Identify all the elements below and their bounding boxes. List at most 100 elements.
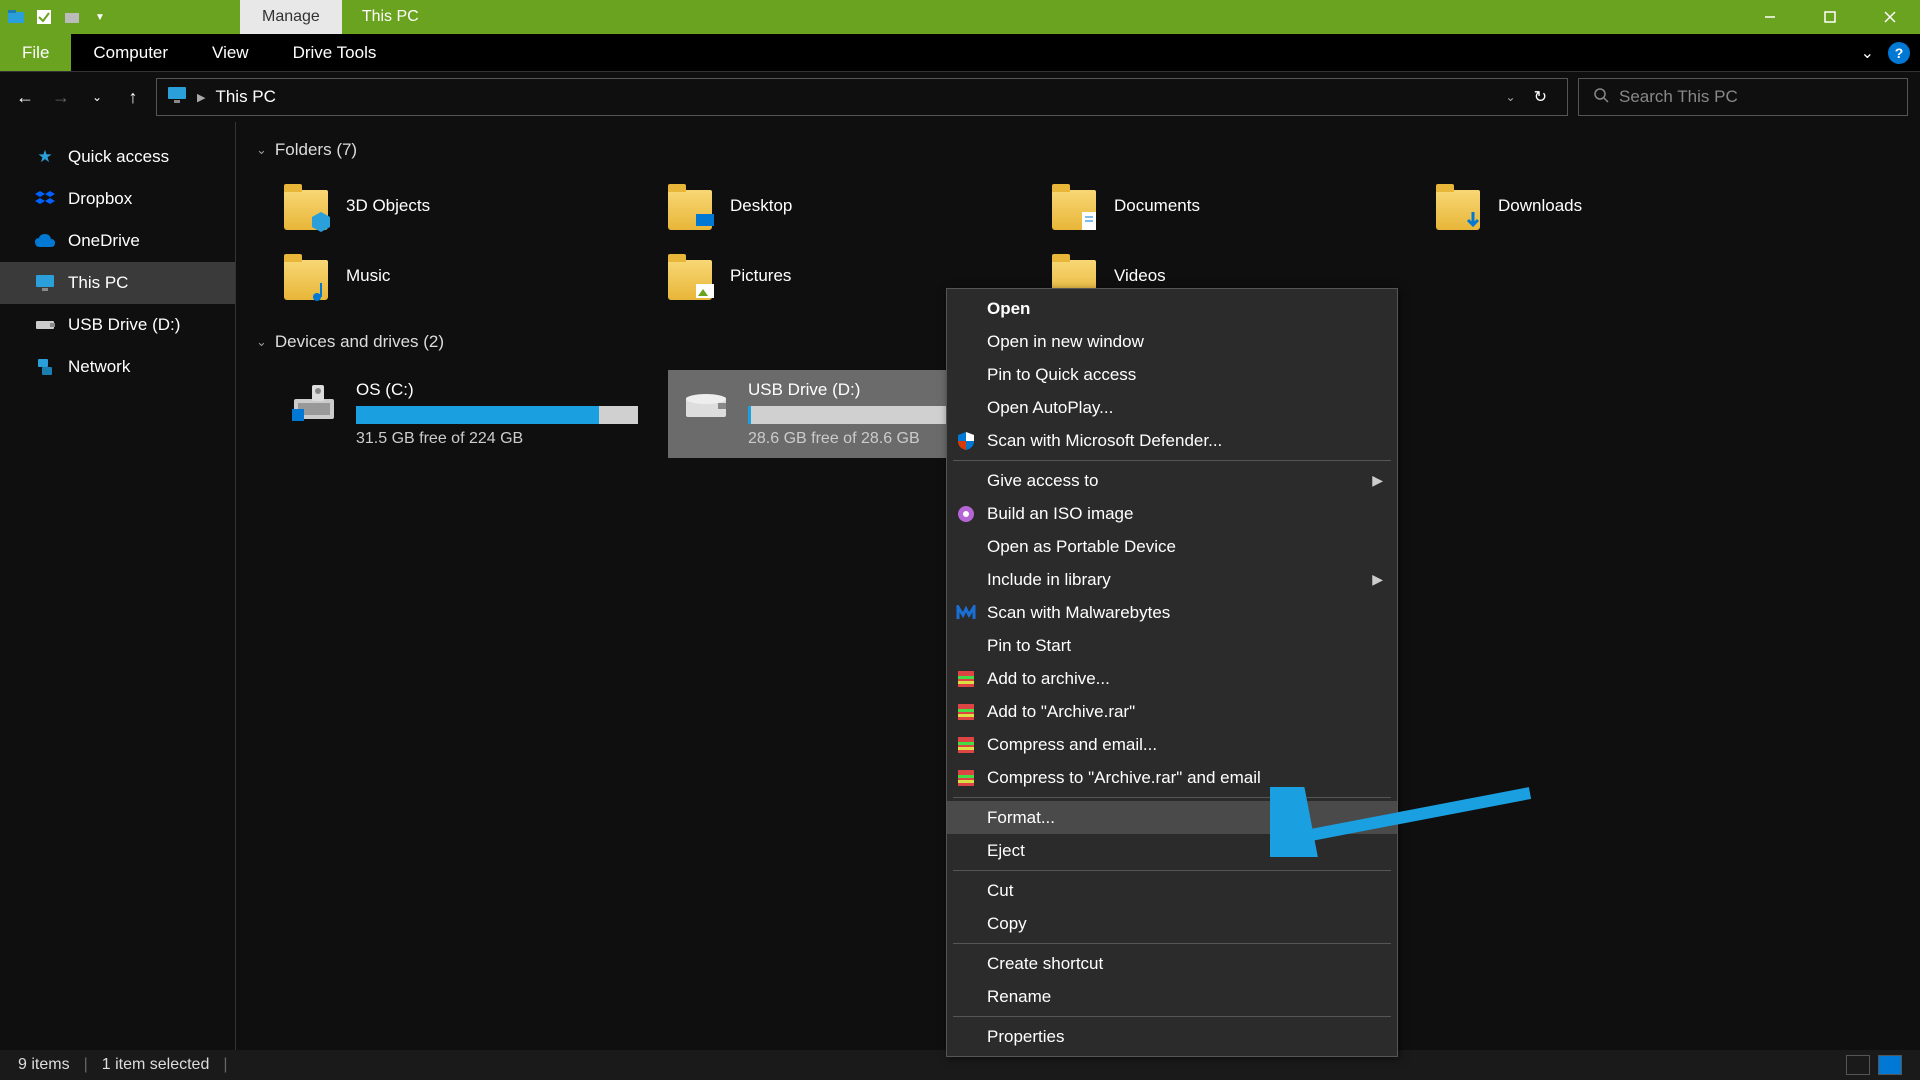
status-separator: |	[223, 1056, 227, 1074]
drive-icon	[678, 380, 734, 426]
folder-label: Desktop	[730, 196, 792, 216]
qat-dropdown-icon[interactable]: ▼	[90, 7, 110, 27]
folder-item[interactable]: Desktop	[660, 176, 1040, 236]
search-box[interactable]: Search This PC	[1578, 78, 1908, 116]
context-menu-label: Scan with Malwarebytes	[987, 603, 1170, 623]
context-menu-label: Cut	[987, 881, 1013, 901]
new-folder-qat-icon[interactable]	[62, 7, 82, 27]
section-label: Folders (7)	[275, 140, 357, 160]
context-menu-label: Include in library	[987, 570, 1111, 590]
drive-tools-tab[interactable]: Drive Tools	[271, 34, 399, 71]
breadcrumb-location[interactable]: This PC	[215, 87, 275, 107]
folders-section-header[interactable]: ⌄ Folders (7)	[256, 134, 1900, 166]
context-menu-item[interactable]: Add to archive...	[947, 662, 1397, 695]
forward-button[interactable]: →	[48, 84, 74, 110]
context-menu-item[interactable]: Pin to Start	[947, 629, 1397, 662]
chevron-down-icon: ⌄	[256, 142, 267, 158]
context-menu-item[interactable]: Rename	[947, 980, 1397, 1013]
minimize-button[interactable]	[1740, 0, 1800, 34]
sidebar-item-network[interactable]: Network	[0, 346, 235, 388]
sidebar-item-quick-access[interactable]: ★ Quick access	[0, 136, 235, 178]
folder-item[interactable]: 3D Objects	[276, 176, 656, 236]
context-menu-item[interactable]: Add to "Archive.rar"	[947, 695, 1397, 728]
status-items-count: 9 items	[18, 1056, 70, 1074]
file-tab[interactable]: File	[0, 34, 71, 71]
sidebar-item-this-pc[interactable]: This PC	[0, 262, 235, 304]
computer-tab[interactable]: Computer	[71, 34, 190, 71]
usb-drive-icon	[34, 314, 56, 336]
malwarebytes-icon	[955, 602, 977, 624]
context-menu-item[interactable]: Create shortcut	[947, 947, 1397, 980]
context-menu-label: Create shortcut	[987, 954, 1103, 974]
winrar-icon	[955, 701, 977, 723]
folder-item[interactable]: Downloads	[1428, 176, 1808, 236]
view-tab[interactable]: View	[190, 34, 271, 71]
context-menu-item[interactable]: Open in new window	[947, 325, 1397, 358]
context-menu-label: Properties	[987, 1027, 1064, 1047]
close-button[interactable]	[1860, 0, 1920, 34]
sidebar-item-label: Network	[68, 357, 130, 377]
drive-free-text: 31.5 GB free of 224 GB	[356, 430, 638, 448]
recent-locations-button[interactable]: ⌄	[84, 84, 110, 110]
collapse-ribbon-icon[interactable]: ⌄	[1861, 43, 1874, 63]
context-menu-label: Scan with Microsoft Defender...	[987, 431, 1222, 451]
cloud-icon	[34, 230, 56, 252]
context-menu-item[interactable]: Properties	[947, 1020, 1397, 1053]
explorer-icon	[6, 7, 26, 27]
properties-qat-icon[interactable]	[34, 7, 54, 27]
chevron-right-icon: ▶	[1372, 472, 1383, 489]
address-row: ← → ⌄ ↑ ▶ This PC ⌄ ↻ Search This PC	[0, 72, 1920, 122]
sidebar-item-label: Dropbox	[68, 189, 132, 209]
details-view-button[interactable]	[1846, 1055, 1870, 1075]
context-menu-separator	[953, 870, 1391, 871]
status-selected-count: 1 item selected	[102, 1056, 210, 1074]
context-menu-label: Give access to	[987, 471, 1099, 491]
context-menu-label: Copy	[987, 914, 1027, 934]
context-menu: OpenOpen in new windowPin to Quick acces…	[946, 288, 1398, 1057]
context-menu-item[interactable]: Compress and email...	[947, 728, 1397, 761]
ribbon: File Computer View Drive Tools ⌄ ?	[0, 34, 1920, 72]
sidebar-item-onedrive[interactable]: OneDrive	[0, 220, 235, 262]
context-menu-item[interactable]: Scan with Malwarebytes	[947, 596, 1397, 629]
context-menu-label: Format...	[987, 808, 1055, 828]
sidebar-item-dropbox[interactable]: Dropbox	[0, 178, 235, 220]
context-menu-item[interactable]: Scan with Microsoft Defender...	[947, 424, 1397, 457]
folder-icon	[666, 182, 714, 230]
sidebar-item-label: USB Drive (D:)	[68, 315, 180, 335]
context-menu-label: Add to "Archive.rar"	[987, 702, 1135, 722]
context-menu-item[interactable]: Give access to ▶	[947, 464, 1397, 497]
shield-icon	[955, 430, 977, 452]
folder-item[interactable]: Documents	[1044, 176, 1424, 236]
network-icon	[34, 356, 56, 378]
context-menu-item[interactable]: Open as Portable Device	[947, 530, 1397, 563]
context-menu-item[interactable]: Copy	[947, 907, 1397, 940]
tiles-view-button[interactable]	[1878, 1055, 1902, 1075]
context-menu-separator	[953, 943, 1391, 944]
context-menu-item[interactable]: Open AutoPlay...	[947, 391, 1397, 424]
breadcrumb-separator-icon[interactable]: ▶	[197, 91, 205, 104]
sidebar-item-label: OneDrive	[68, 231, 140, 251]
back-button[interactable]: ←	[12, 84, 38, 110]
drive-item[interactable]: OS (C:) 31.5 GB free of 224 GB	[276, 370, 648, 458]
sidebar-item-usb-drive[interactable]: USB Drive (D:)	[0, 304, 235, 346]
context-menu-item[interactable]: Pin to Quick access	[947, 358, 1397, 391]
folder-label: Music	[346, 266, 390, 286]
refresh-icon[interactable]: ↻	[1534, 87, 1547, 107]
search-placeholder: Search This PC	[1619, 87, 1738, 107]
navigation-pane: ★ Quick access Dropbox OneDrive This PC	[0, 122, 236, 1050]
folder-item[interactable]: Music	[276, 246, 656, 306]
maximize-button[interactable]	[1800, 0, 1860, 34]
context-menu-item[interactable]: Open	[947, 292, 1397, 325]
drive-capacity-bar	[356, 406, 638, 424]
context-menu-label: Open as Portable Device	[987, 537, 1176, 557]
folder-icon	[666, 252, 714, 300]
context-menu-label: Compress and email...	[987, 735, 1157, 755]
help-icon[interactable]: ?	[1888, 42, 1910, 64]
context-menu-item[interactable]: Build an ISO image	[947, 497, 1397, 530]
context-menu-item[interactable]: Cut	[947, 874, 1397, 907]
context-menu-item[interactable]: Include in library▶	[947, 563, 1397, 596]
up-button[interactable]: ↑	[120, 84, 146, 110]
manage-tab[interactable]: Manage	[240, 0, 342, 34]
address-bar[interactable]: ▶ This PC ⌄ ↻	[156, 78, 1568, 116]
address-dropdown-icon[interactable]: ⌄	[1506, 90, 1516, 104]
